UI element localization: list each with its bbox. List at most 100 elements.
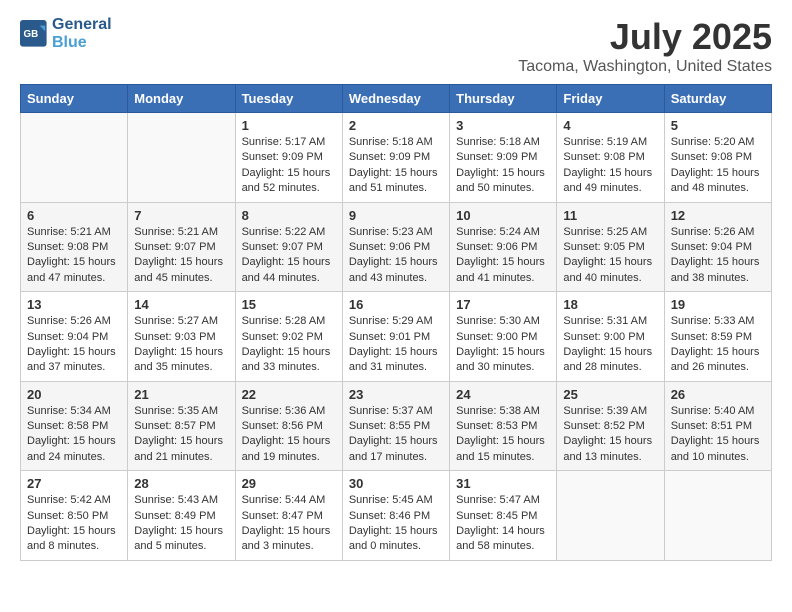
day-sunrise: Sunrise: 5:45 AM xyxy=(349,493,443,508)
day-sunrise: Sunrise: 5:20 AM xyxy=(671,135,765,150)
day-sunset: Sunset: 9:03 PM xyxy=(134,330,228,345)
day-daylight: Daylight: 15 hours and 10 minutes. xyxy=(671,434,765,465)
day-number: 19 xyxy=(671,297,765,312)
calendar-cell: 23 Sunrise: 5:37 AM Sunset: 8:55 PM Dayl… xyxy=(342,381,449,471)
day-sunset: Sunset: 8:57 PM xyxy=(134,419,228,434)
col-monday: Monday xyxy=(128,85,235,113)
day-sunrise: Sunrise: 5:26 AM xyxy=(27,314,121,329)
day-number: 25 xyxy=(563,387,657,402)
calendar-cell: 10 Sunrise: 5:24 AM Sunset: 9:06 PM Dayl… xyxy=(450,202,557,292)
calendar-table: Sunday Monday Tuesday Wednesday Thursday… xyxy=(20,84,772,561)
day-number: 26 xyxy=(671,387,765,402)
day-daylight: Daylight: 15 hours and 50 minutes. xyxy=(456,166,550,197)
day-sunset: Sunset: 8:49 PM xyxy=(134,509,228,524)
calendar-week-row: 27 Sunrise: 5:42 AM Sunset: 8:50 PM Dayl… xyxy=(21,471,772,561)
day-number: 13 xyxy=(27,297,121,312)
calendar-cell xyxy=(664,471,771,561)
day-daylight: Daylight: 15 hours and 13 minutes. xyxy=(563,434,657,465)
day-daylight: Daylight: 15 hours and 30 minutes. xyxy=(456,345,550,376)
day-daylight: Daylight: 15 hours and 24 minutes. xyxy=(27,434,121,465)
header-row: Sunday Monday Tuesday Wednesday Thursday… xyxy=(21,85,772,113)
day-sunset: Sunset: 9:00 PM xyxy=(563,330,657,345)
day-daylight: Daylight: 15 hours and 47 minutes. xyxy=(27,255,121,286)
calendar-week-row: 13 Sunrise: 5:26 AM Sunset: 9:04 PM Dayl… xyxy=(21,292,772,382)
page: GB General Blue July 2025 Tacoma, Washin… xyxy=(0,0,792,581)
day-sunrise: Sunrise: 5:18 AM xyxy=(349,135,443,150)
day-daylight: Daylight: 15 hours and 45 minutes. xyxy=(134,255,228,286)
day-sunset: Sunset: 8:46 PM xyxy=(349,509,443,524)
day-number: 24 xyxy=(456,387,550,402)
calendar-cell: 4 Sunrise: 5:19 AM Sunset: 9:08 PM Dayli… xyxy=(557,113,664,203)
day-sunset: Sunset: 8:51 PM xyxy=(671,419,765,434)
logo: GB General Blue xyxy=(20,16,112,51)
day-number: 7 xyxy=(134,208,228,223)
calendar-cell: 17 Sunrise: 5:30 AM Sunset: 9:00 PM Dayl… xyxy=(450,292,557,382)
day-sunrise: Sunrise: 5:19 AM xyxy=(563,135,657,150)
day-number: 18 xyxy=(563,297,657,312)
col-friday: Friday xyxy=(557,85,664,113)
day-number: 29 xyxy=(242,476,336,491)
day-sunset: Sunset: 9:02 PM xyxy=(242,330,336,345)
day-sunset: Sunset: 8:45 PM xyxy=(456,509,550,524)
day-sunrise: Sunrise: 5:22 AM xyxy=(242,225,336,240)
calendar-cell: 20 Sunrise: 5:34 AM Sunset: 8:58 PM Dayl… xyxy=(21,381,128,471)
day-daylight: Daylight: 15 hours and 52 minutes. xyxy=(242,166,336,197)
day-daylight: Daylight: 15 hours and 43 minutes. xyxy=(349,255,443,286)
day-daylight: Daylight: 15 hours and 31 minutes. xyxy=(349,345,443,376)
calendar-cell xyxy=(557,471,664,561)
day-sunrise: Sunrise: 5:34 AM xyxy=(27,404,121,419)
day-sunset: Sunset: 9:05 PM xyxy=(563,240,657,255)
header: GB General Blue July 2025 Tacoma, Washin… xyxy=(20,16,772,76)
day-sunset: Sunset: 9:00 PM xyxy=(456,330,550,345)
calendar-cell: 13 Sunrise: 5:26 AM Sunset: 9:04 PM Dayl… xyxy=(21,292,128,382)
day-number: 8 xyxy=(242,208,336,223)
day-daylight: Daylight: 14 hours and 58 minutes. xyxy=(456,524,550,555)
day-number: 6 xyxy=(27,208,121,223)
day-daylight: Daylight: 15 hours and 19 minutes. xyxy=(242,434,336,465)
day-sunrise: Sunrise: 5:29 AM xyxy=(349,314,443,329)
day-sunset: Sunset: 9:07 PM xyxy=(134,240,228,255)
day-daylight: Daylight: 15 hours and 28 minutes. xyxy=(563,345,657,376)
day-daylight: Daylight: 15 hours and 44 minutes. xyxy=(242,255,336,286)
calendar-cell: 27 Sunrise: 5:42 AM Sunset: 8:50 PM Dayl… xyxy=(21,471,128,561)
day-sunset: Sunset: 8:50 PM xyxy=(27,509,121,524)
day-sunrise: Sunrise: 5:47 AM xyxy=(456,493,550,508)
day-daylight: Daylight: 15 hours and 15 minutes. xyxy=(456,434,550,465)
calendar-cell: 8 Sunrise: 5:22 AM Sunset: 9:07 PM Dayli… xyxy=(235,202,342,292)
calendar-cell: 22 Sunrise: 5:36 AM Sunset: 8:56 PM Dayl… xyxy=(235,381,342,471)
col-sunday: Sunday xyxy=(21,85,128,113)
day-daylight: Daylight: 15 hours and 51 minutes. xyxy=(349,166,443,197)
day-sunset: Sunset: 8:55 PM xyxy=(349,419,443,434)
day-sunset: Sunset: 8:47 PM xyxy=(242,509,336,524)
day-sunrise: Sunrise: 5:33 AM xyxy=(671,314,765,329)
day-number: 21 xyxy=(134,387,228,402)
day-daylight: Daylight: 15 hours and 37 minutes. xyxy=(27,345,121,376)
day-sunset: Sunset: 9:06 PM xyxy=(456,240,550,255)
day-sunrise: Sunrise: 5:17 AM xyxy=(242,135,336,150)
day-daylight: Daylight: 15 hours and 49 minutes. xyxy=(563,166,657,197)
day-sunset: Sunset: 8:52 PM xyxy=(563,419,657,434)
col-tuesday: Tuesday xyxy=(235,85,342,113)
day-number: 30 xyxy=(349,476,443,491)
logo-icon: GB xyxy=(20,20,48,48)
location-subtitle: Tacoma, Washington, United States xyxy=(518,58,772,76)
calendar-cell: 1 Sunrise: 5:17 AM Sunset: 9:09 PM Dayli… xyxy=(235,113,342,203)
day-number: 10 xyxy=(456,208,550,223)
calendar-cell: 7 Sunrise: 5:21 AM Sunset: 9:07 PM Dayli… xyxy=(128,202,235,292)
day-sunrise: Sunrise: 5:44 AM xyxy=(242,493,336,508)
day-number: 31 xyxy=(456,476,550,491)
calendar-cell: 30 Sunrise: 5:45 AM Sunset: 8:46 PM Dayl… xyxy=(342,471,449,561)
day-daylight: Daylight: 15 hours and 3 minutes. xyxy=(242,524,336,555)
day-sunrise: Sunrise: 5:21 AM xyxy=(27,225,121,240)
day-daylight: Daylight: 15 hours and 17 minutes. xyxy=(349,434,443,465)
day-number: 20 xyxy=(27,387,121,402)
day-sunrise: Sunrise: 5:18 AM xyxy=(456,135,550,150)
day-sunset: Sunset: 9:07 PM xyxy=(242,240,336,255)
calendar-cell: 24 Sunrise: 5:38 AM Sunset: 8:53 PM Dayl… xyxy=(450,381,557,471)
day-number: 3 xyxy=(456,118,550,133)
calendar-cell: 25 Sunrise: 5:39 AM Sunset: 8:52 PM Dayl… xyxy=(557,381,664,471)
day-daylight: Daylight: 15 hours and 21 minutes. xyxy=(134,434,228,465)
day-daylight: Daylight: 15 hours and 38 minutes. xyxy=(671,255,765,286)
day-sunset: Sunset: 8:58 PM xyxy=(27,419,121,434)
day-sunset: Sunset: 9:06 PM xyxy=(349,240,443,255)
